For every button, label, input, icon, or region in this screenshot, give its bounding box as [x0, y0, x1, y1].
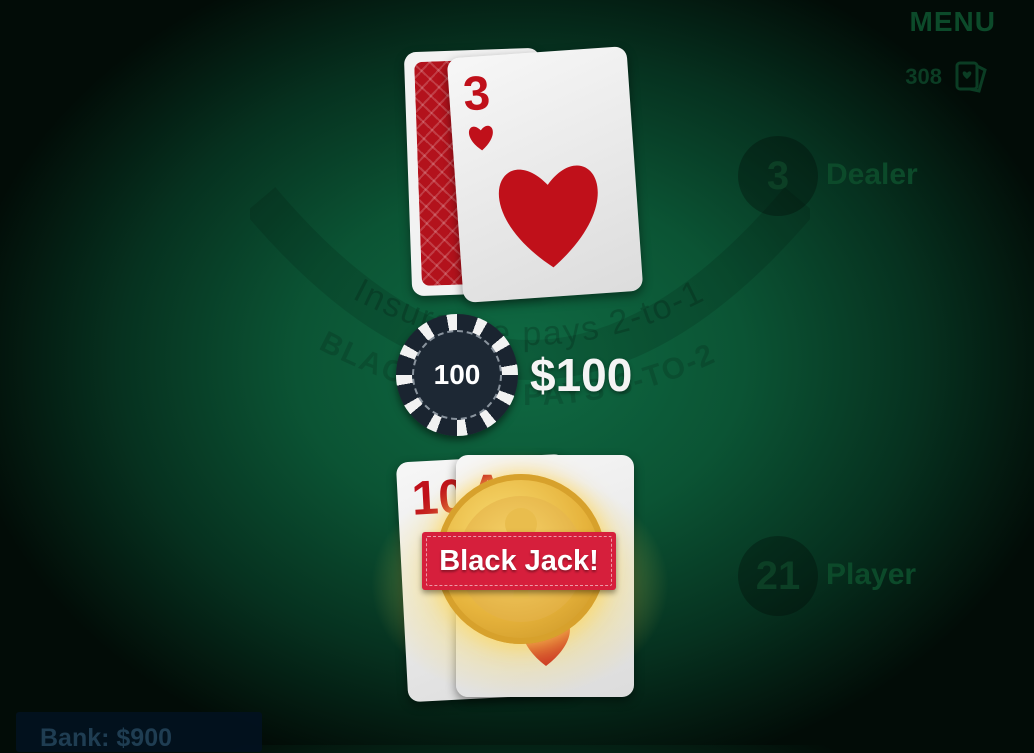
bet-amount: $100 — [530, 349, 633, 401]
card-rank: 3 — [461, 66, 492, 122]
bet-chip[interactable]: 100 — [396, 314, 518, 436]
dealer-card-3-hearts: 3 — [446, 46, 644, 303]
shoe-counter: 308 — [905, 60, 988, 94]
card-stack-icon — [954, 60, 988, 94]
dealer-score: 3 — [738, 136, 818, 216]
blackjack-banner: Black Jack! — [422, 532, 616, 590]
bank-balance: Bank: $900 — [16, 712, 262, 752]
heart-icon — [469, 125, 493, 151]
heart-icon — [498, 165, 598, 268]
player-label: Player — [826, 558, 917, 591]
dealer-label: Dealer — [826, 158, 918, 191]
chip-value: 100 — [412, 330, 502, 420]
player-score: 21 — [738, 536, 818, 616]
menu-button[interactable]: MENU — [910, 6, 996, 38]
shoe-count: 308 — [905, 64, 942, 89]
